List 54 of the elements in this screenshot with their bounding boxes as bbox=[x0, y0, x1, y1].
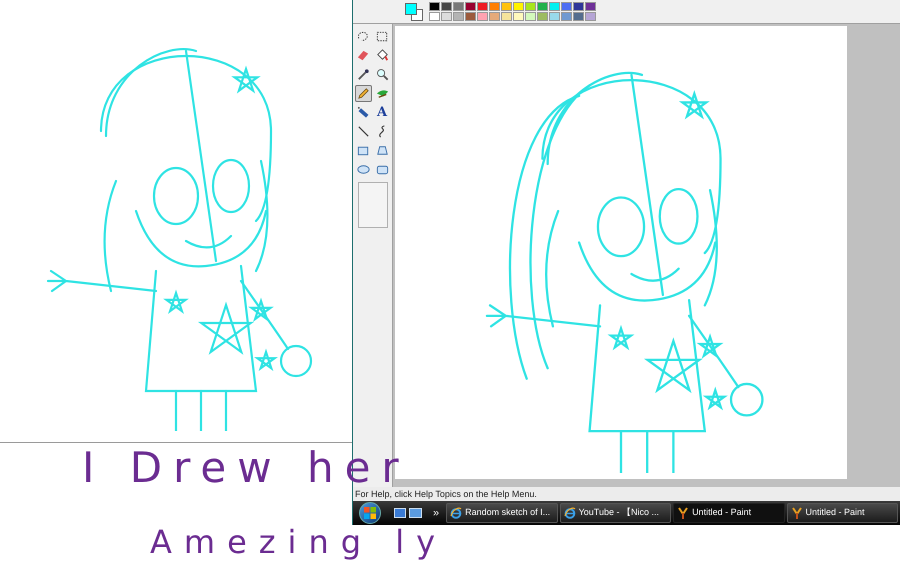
color-swatch[interactable] bbox=[549, 12, 560, 21]
chevron-button[interactable]: » bbox=[433, 504, 440, 522]
color-swatch[interactable] bbox=[537, 2, 548, 11]
spray-can-icon bbox=[356, 105, 370, 120]
tool-button[interactable] bbox=[354, 85, 372, 102]
color-swatch[interactable] bbox=[549, 2, 560, 11]
browser-e-icon bbox=[564, 507, 576, 519]
color-swatch[interactable] bbox=[561, 12, 572, 21]
color-swatch[interactable] bbox=[585, 12, 596, 21]
color-swatch[interactable] bbox=[537, 12, 548, 21]
color-swatch[interactable] bbox=[477, 12, 488, 21]
color-swatch[interactable] bbox=[429, 2, 440, 11]
eraser-icon bbox=[356, 48, 370, 63]
window-switch-icon[interactable] bbox=[409, 508, 422, 518]
browser-e-icon bbox=[450, 507, 462, 519]
select-icon bbox=[374, 29, 390, 44]
line-icon bbox=[356, 124, 370, 139]
current-colors[interactable] bbox=[405, 2, 423, 20]
taskbar-button[interactable]: YouTube - 【Nico ... bbox=[560, 503, 672, 523]
color-swatch[interactable] bbox=[573, 2, 584, 11]
tool-options-panel bbox=[358, 182, 388, 228]
color-swatch[interactable] bbox=[513, 2, 524, 11]
color-swatch[interactable] bbox=[513, 12, 524, 21]
color-swatch[interactable] bbox=[441, 12, 452, 21]
color-swatch[interactable] bbox=[477, 2, 488, 11]
color-swatch[interactable] bbox=[525, 2, 536, 11]
color-swatch[interactable] bbox=[573, 12, 584, 21]
color-swatch[interactable] bbox=[501, 12, 512, 21]
color-swatch[interactable] bbox=[441, 2, 452, 11]
freeform-select-icon bbox=[356, 29, 370, 44]
color-swatch[interactable] bbox=[489, 2, 500, 11]
taskbar-button[interactable]: Random sketch of I... bbox=[446, 503, 558, 523]
color-swatch[interactable] bbox=[465, 2, 476, 11]
color-swatch[interactable] bbox=[453, 2, 464, 11]
color-swatch[interactable] bbox=[585, 2, 596, 11]
color-swatch[interactable] bbox=[525, 12, 536, 21]
paint-bucket-icon bbox=[374, 48, 390, 63]
windows-logo-icon bbox=[364, 507, 376, 519]
color-swatch[interactable] bbox=[561, 2, 572, 11]
magnifier-icon bbox=[374, 67, 390, 82]
handwritten-caption: Amezing ly bbox=[150, 525, 448, 559]
color-swatch[interactable] bbox=[453, 12, 464, 21]
eyedropper-icon bbox=[356, 67, 370, 82]
color-swatch[interactable] bbox=[489, 12, 500, 21]
taskbar-button[interactable]: Untitled - Paint bbox=[786, 503, 898, 523]
text-tool-button[interactable]: A bbox=[374, 104, 390, 121]
color-swatch[interactable] bbox=[429, 12, 440, 21]
taskbar-button[interactable]: Untitled - Paint bbox=[673, 503, 785, 523]
start-orb[interactable] bbox=[359, 502, 381, 524]
color-swatch[interactable] bbox=[465, 12, 476, 21]
pencil-icon bbox=[356, 86, 370, 101]
status-text: For Help, click Help Topics on the Help Menu. bbox=[353, 487, 900, 501]
desktop-icon[interactable] bbox=[394, 508, 406, 518]
color-swatch[interactable] bbox=[501, 2, 512, 11]
